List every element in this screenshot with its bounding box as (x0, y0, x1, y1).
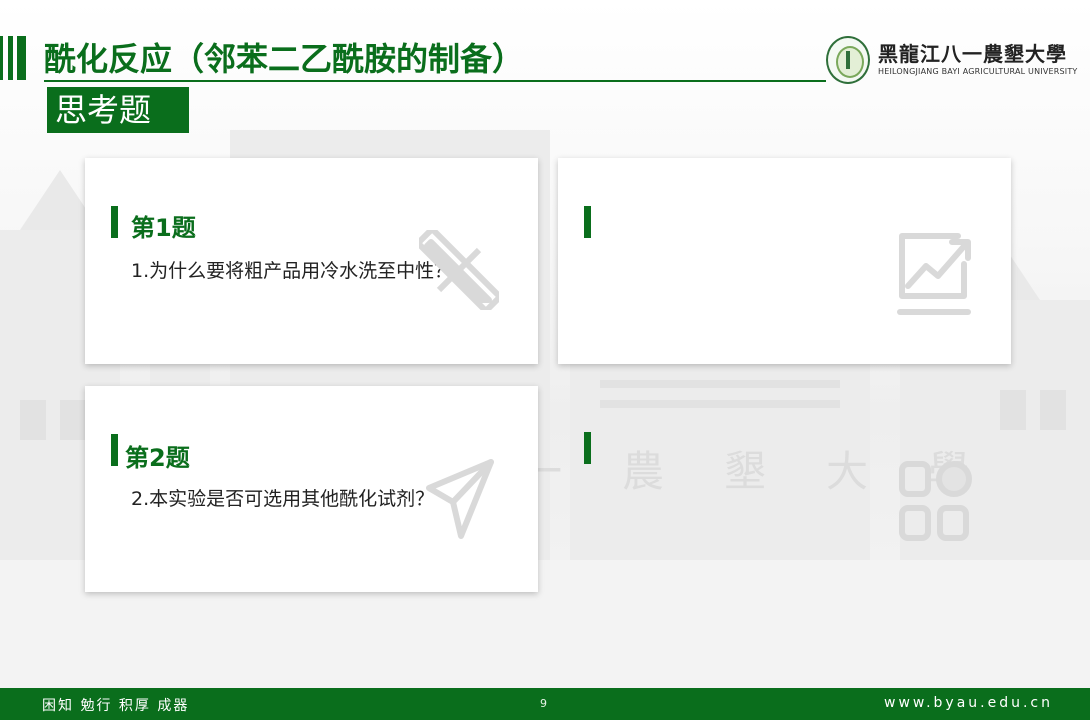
question-card-2 (558, 158, 1011, 364)
card-accent-bar (111, 434, 118, 466)
university-name-cn: 黑龍江八一農墾大學 (878, 42, 1067, 66)
section-subtitle: 思考题 (47, 87, 189, 133)
header-accent-bars (0, 36, 30, 80)
question-card-1: 第1题 1.为什么要将粗产品用冷水洗至中性？ (85, 158, 538, 364)
title-underline (44, 80, 826, 82)
card-title: 第1题 (131, 214, 196, 242)
chart-trend-icon (897, 233, 971, 315)
question-card-3: 第2题 2.本实验是否可选用其他酰化试剂？ (85, 386, 538, 592)
footer-bar: 困知 勉行 积厚 成器 9 www.byau.edu.cn (0, 688, 1090, 720)
page-title: 酰化反应（邻苯二乙酰胺的制备） (44, 40, 525, 78)
footer-motto: 困知 勉行 积厚 成器 (42, 698, 190, 714)
card-title: 第2题 (125, 444, 190, 472)
footer-url: www.byau.edu.cn (884, 695, 1053, 711)
university-name-en: HEILONGJIANG BAYI AGRICULTURAL UNIVERSIT… (878, 67, 1078, 76)
card-accent-bar (584, 206, 591, 238)
page-number: 9 (540, 697, 547, 710)
card-question-text: 2.本实验是否可选用其他酰化试剂？ (131, 488, 435, 510)
university-seal-icon (826, 36, 870, 84)
pencil-ruler-icon (419, 230, 499, 310)
paper-plane-icon (426, 459, 494, 539)
university-logo: 黑龍江八一農墾大學 HEILONGJIANG BAYI AGRICULTURAL… (826, 36, 1077, 86)
card-accent-bar (584, 432, 591, 464)
card-accent-bar (111, 206, 118, 238)
question-card-4 (558, 386, 1011, 592)
card-question-text: 1.为什么要将粗产品用冷水洗至中性？ (131, 260, 454, 282)
grid-apps-icon (899, 461, 972, 541)
